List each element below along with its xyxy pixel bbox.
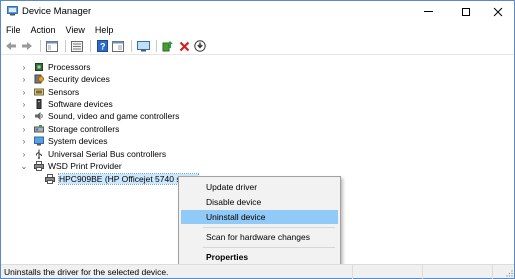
processor-icon bbox=[34, 62, 44, 72]
toolbar-separator bbox=[90, 40, 91, 52]
menu-item-disable-device[interactable]: Disable device bbox=[181, 195, 338, 209]
minimize-icon bbox=[423, 11, 433, 12]
printer-icon bbox=[45, 174, 55, 184]
menu-separator bbox=[203, 247, 335, 248]
chevron-right-icon[interactable]: › bbox=[20, 61, 28, 73]
toolbar: ? bbox=[1, 38, 514, 55]
tree-item-label: Sensors bbox=[48, 87, 80, 97]
menu-view[interactable]: View bbox=[66, 25, 91, 35]
view-icon bbox=[112, 40, 124, 52]
chevron-right-icon[interactable]: › bbox=[20, 98, 28, 110]
device-manager-icon bbox=[7, 6, 18, 16]
show-hide-console-tree-icon bbox=[46, 40, 58, 52]
tree-item-label: WSD Print Provider bbox=[48, 161, 122, 171]
tree-item-security-devices[interactable]: › Security devices bbox=[20, 73, 110, 85]
tree-item-label: Universal Serial Bus controllers bbox=[48, 149, 167, 159]
uninstall-button[interactable] bbox=[177, 39, 191, 53]
properties-icon bbox=[71, 40, 83, 52]
printer-icon bbox=[34, 161, 44, 171]
menu-item-scan-for-hardware-changes[interactable]: Scan for hardware changes bbox=[181, 230, 338, 244]
toolbar-separator bbox=[40, 40, 41, 52]
tree-item-sound-video-game-controllers[interactable]: › Sound, video and game controllers bbox=[20, 110, 180, 122]
update-driver-button[interactable] bbox=[161, 39, 175, 53]
tree-item-label: System devices bbox=[48, 136, 108, 146]
menu-item-properties[interactable]: Properties bbox=[181, 250, 338, 264]
menu-separator bbox=[203, 227, 335, 228]
tree-item-software-devices[interactable]: › Software devices bbox=[20, 98, 113, 110]
forward-arrow-icon bbox=[22, 42, 32, 50]
menu-help[interactable]: Help bbox=[95, 25, 120, 35]
status-text: Uninstalls the driver for the selected d… bbox=[1, 264, 353, 279]
svg-text:?: ? bbox=[100, 42, 106, 52]
tree-item-storage-controllers[interactable]: › Storage controllers bbox=[20, 123, 120, 135]
uninstall-x-icon bbox=[179, 41, 189, 51]
status-panel bbox=[353, 264, 423, 279]
chevron-down-icon[interactable]: ⌄ bbox=[20, 160, 28, 172]
tree-item-label: Software devices bbox=[48, 99, 113, 109]
close-button[interactable] bbox=[481, 1, 515, 22]
close-icon bbox=[493, 7, 503, 16]
tree-item-label: Sound, video and game controllers bbox=[48, 111, 180, 121]
chevron-right-icon[interactable]: › bbox=[20, 86, 28, 98]
help-button[interactable]: ? bbox=[95, 39, 109, 53]
tree-item-sensors[interactable]: › Sensors bbox=[20, 86, 80, 98]
storage-icon bbox=[34, 124, 44, 134]
toolbar-separator bbox=[65, 40, 66, 52]
menu-action[interactable]: Action bbox=[31, 25, 62, 35]
sensor-icon bbox=[34, 87, 44, 97]
system-device-icon bbox=[34, 136, 44, 146]
back-button[interactable] bbox=[4, 39, 18, 53]
window-title: Device Manager bbox=[22, 6, 92, 17]
toolbar-separator bbox=[131, 40, 132, 52]
back-arrow-icon bbox=[6, 42, 16, 50]
tree-item-label: HPC909BE (HP Officejet 5740 serie bbox=[58, 173, 199, 185]
software-device-icon bbox=[34, 99, 44, 109]
monitor-icon bbox=[136, 40, 150, 51]
title-bar: Device Manager bbox=[1, 1, 514, 22]
menu-bar: File Action View Help bbox=[1, 22, 514, 37]
show-hide-console-tree-button[interactable] bbox=[45, 39, 59, 53]
status-bar: Uninstalls the driver for the selected d… bbox=[1, 264, 514, 279]
download-icon bbox=[194, 40, 206, 52]
tree-item-label: Storage controllers bbox=[48, 124, 120, 134]
status-panel bbox=[423, 264, 493, 279]
chevron-right-icon[interactable]: › bbox=[20, 123, 28, 135]
tree-item-processors[interactable]: › Processors bbox=[20, 61, 91, 73]
forward-button[interactable] bbox=[20, 39, 34, 53]
chevron-right-icon[interactable]: › bbox=[20, 110, 28, 122]
device-manager-window: Device Manager File Action View Help ? ›… bbox=[0, 0, 515, 279]
chevron-right-icon[interactable]: › bbox=[20, 148, 28, 160]
properties-button[interactable] bbox=[70, 39, 84, 53]
view-button[interactable] bbox=[111, 39, 125, 53]
chevron-right-icon[interactable]: › bbox=[20, 135, 28, 147]
tree-item-usb-controllers[interactable]: › Universal Serial Bus controllers bbox=[20, 148, 166, 160]
maximize-icon bbox=[462, 7, 470, 16]
tree-item-label: Security devices bbox=[48, 74, 110, 84]
menu-file[interactable]: File bbox=[6, 25, 27, 35]
toolbar-separator bbox=[156, 40, 157, 52]
tree-item-system-devices[interactable]: › System devices bbox=[20, 135, 108, 147]
speaker-icon bbox=[34, 111, 44, 121]
tree-item-label: Processors bbox=[48, 62, 91, 72]
monitor-button[interactable] bbox=[136, 39, 150, 53]
tree-item-wsd-print-provider[interactable]: ⌄ WSD Print Provider bbox=[20, 160, 122, 172]
menu-item-uninstall-device[interactable]: Uninstall device bbox=[181, 210, 338, 224]
menu-item-update-driver[interactable]: Update driver bbox=[181, 180, 338, 194]
context-menu: Update driver Disable device Uninstall d… bbox=[178, 176, 341, 266]
usb-icon bbox=[34, 149, 44, 159]
update-driver-icon bbox=[162, 41, 173, 52]
download-button[interactable] bbox=[193, 39, 207, 53]
help-icon: ? bbox=[96, 40, 108, 52]
tree-child-hpc909be[interactable]: HPC909BE (HP Officejet 5740 serie bbox=[45, 173, 199, 185]
security-icon bbox=[34, 74, 44, 84]
minimize-button[interactable] bbox=[411, 1, 445, 22]
chevron-right-icon[interactable]: › bbox=[20, 73, 28, 85]
maximize-button[interactable] bbox=[449, 1, 483, 22]
resize-grip-icon[interactable] bbox=[505, 269, 513, 277]
